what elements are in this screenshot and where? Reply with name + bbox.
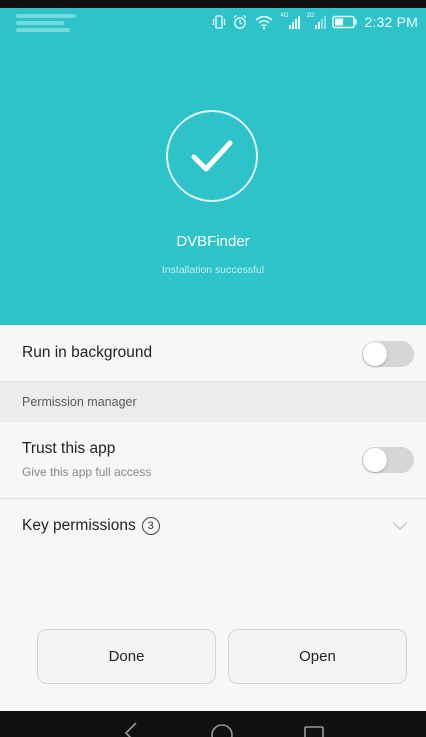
home-icon[interactable] xyxy=(208,711,236,737)
run-in-background-toggle[interactable] xyxy=(362,341,414,367)
status-time: 2:32 PM xyxy=(364,14,418,30)
key-permissions-label: Key permissions 3 xyxy=(22,517,160,535)
app-name: DVBFinder xyxy=(176,233,250,250)
chevron-down-icon[interactable] xyxy=(392,521,408,531)
permission-manager-header: Permission manager xyxy=(0,382,426,422)
battery-icon xyxy=(332,15,358,29)
trust-app-row[interactable]: Trust this app Give this app full access xyxy=(0,422,426,498)
run-in-background-row[interactable]: Run in background xyxy=(0,325,426,382)
install-status: Installation successful xyxy=(161,264,265,276)
top-edge xyxy=(0,0,426,8)
trust-app-description: Give this app full access xyxy=(22,465,152,479)
notification-icon xyxy=(16,14,88,32)
permissions-count-badge: 3 xyxy=(141,517,160,535)
back-icon[interactable] xyxy=(122,711,142,737)
wifi-icon xyxy=(254,14,274,30)
open-button[interactable]: Open xyxy=(228,629,407,684)
recents-icon[interactable] xyxy=(302,711,326,737)
signal-4g-icon: 4G xyxy=(280,13,301,30)
vibrate-icon xyxy=(212,14,226,30)
run-in-background-label: Run in background xyxy=(22,344,153,361)
status-bar: 4G 2G 2:32 PM xyxy=(0,8,426,38)
navigation-bar xyxy=(0,711,426,737)
checkmark-icon xyxy=(191,140,233,172)
app-install-screen: 4G 2G 2:32 PM DVBFinder Installation suc… xyxy=(0,0,426,737)
key-permissions-row[interactable]: Key permissions 3 xyxy=(0,499,426,554)
key-permissions-text: Key permissions xyxy=(22,517,136,534)
trust-app-toggle[interactable] xyxy=(362,447,414,473)
done-button[interactable]: Done xyxy=(37,629,216,684)
section-header-label: Permission manager xyxy=(22,395,137,409)
signal-2g-icon: 2G xyxy=(306,13,327,30)
trust-app-label: Trust this app xyxy=(22,440,116,457)
toggle-knob xyxy=(363,448,387,472)
toggle-knob xyxy=(363,342,387,366)
status-icons: 4G 2G 2:32 PM xyxy=(212,13,418,30)
success-badge xyxy=(166,110,258,202)
install-header: 4G 2G 2:32 PM DVBFinder Installation suc… xyxy=(0,8,426,325)
alarm-icon xyxy=(232,14,248,30)
